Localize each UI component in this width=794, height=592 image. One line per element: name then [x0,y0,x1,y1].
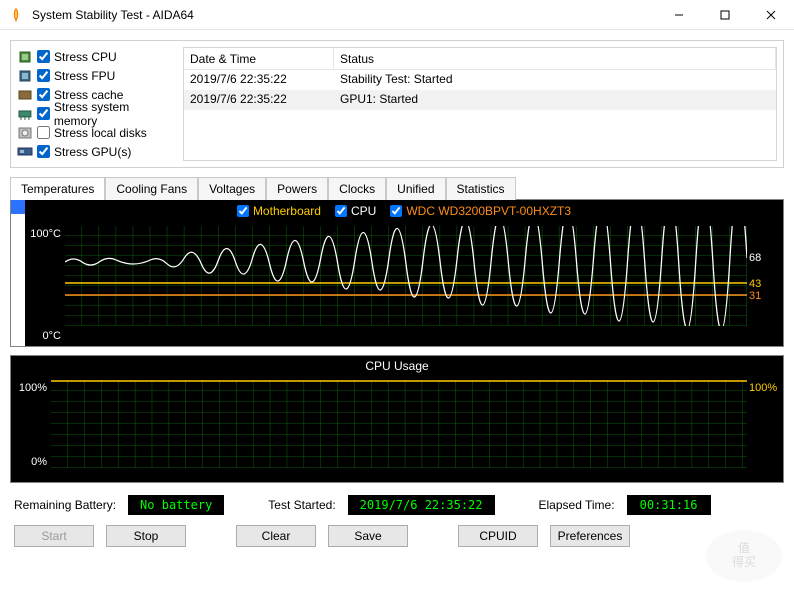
cpu-y-max: 100% [11,382,47,394]
action-buttons: Start Stop Clear Save CPUID Preferences [10,519,784,553]
stress-gpu-checkbox[interactable] [37,145,50,158]
fpu-icon [17,68,33,84]
legend-cpu-checkbox[interactable] [335,205,347,217]
app-icon [8,7,24,23]
event-log[interactable]: Date & Time Status 2019/7/6 22:35:22 Sta… [183,47,777,161]
tab-voltages[interactable]: Voltages [198,177,266,200]
clear-button[interactable]: Clear [236,525,316,547]
stress-gpu-label: Stress GPU(s) [54,145,131,159]
cpu-usage-chart: CPU Usage 100% 0% 100% [10,355,784,483]
tab-temperatures[interactable]: Temperatures [10,177,105,200]
stress-disk-checkbox[interactable] [37,126,50,139]
stress-memory-label: Stress system memory [54,100,175,128]
chart-tabs: Temperatures Cooling Fans Voltages Power… [10,176,784,199]
stress-fpu-checkbox[interactable] [37,69,50,82]
gpu-icon [17,144,33,160]
y-axis-min: 0°C [25,330,61,342]
stress-fpu-label: Stress FPU [54,69,115,83]
cpu-usage-plot-area [51,380,747,468]
hdd-current-value: 31 [749,290,783,302]
stop-button[interactable]: Stop [106,525,186,547]
memory-icon [17,106,33,122]
options-panel: Stress CPU Stress FPU Stress cache Stres… [10,40,784,168]
disk-icon [17,125,33,141]
preferences-button[interactable]: Preferences [550,525,630,547]
tab-statistics[interactable]: Statistics [446,177,516,200]
elapsed-label: Elapsed Time: [539,498,615,512]
legend-cpu-label: CPU [351,204,376,218]
elapsed-value: 00:31:16 [627,495,711,515]
legend-motherboard-checkbox[interactable] [237,205,249,217]
chart-selector-bar[interactable] [11,200,25,346]
cpuid-button[interactable]: CPUID [458,525,538,547]
tab-powers[interactable]: Powers [266,177,328,200]
tab-clocks[interactable]: Clocks [328,177,386,200]
cpu-y-min: 0% [11,456,47,468]
battery-value: No battery [128,495,224,515]
cpu-usage-title: CPU Usage [11,356,783,376]
mb-current-value: 43 [749,278,783,290]
cache-icon [17,87,33,103]
legend-motherboard-label: Motherboard [253,204,321,218]
cpu-icon [17,49,33,65]
temperature-plot-area [65,226,747,326]
save-button[interactable]: Save [328,525,408,547]
temperature-chart: Motherboard CPU WDC WD3200BPVT-00HXZT3 1… [10,199,784,347]
y-axis-max: 100°C [25,228,61,240]
start-button[interactable]: Start [14,525,94,547]
log-row[interactable]: 2019/7/6 22:35:22 Stability Test: Starte… [184,70,776,90]
battery-label: Remaining Battery: [14,498,116,512]
started-value: 2019/7/6 22:35:22 [348,495,495,515]
stress-cpu-label: Stress CPU [54,50,117,64]
status-bar: Remaining Battery: No battery Test Start… [10,483,784,519]
stress-cpu-checkbox[interactable] [37,50,50,63]
legend-hdd-checkbox[interactable] [390,205,402,217]
minimize-button[interactable] [656,0,702,29]
stress-cache-checkbox[interactable] [37,88,50,101]
stress-memory-checkbox[interactable] [37,107,50,120]
log-header-datetime[interactable]: Date & Time [184,48,334,69]
tab-unified[interactable]: Unified [386,177,445,200]
cpu-usage-current: 100% [749,382,783,394]
stress-disk-label: Stress local disks [54,126,147,140]
legend-hdd-label: WDC WD3200BPVT-00HXZT3 [406,204,571,218]
close-button[interactable] [748,0,794,29]
log-header-status[interactable]: Status [334,48,776,69]
started-label: Test Started: [268,498,335,512]
title-bar: System Stability Test - AIDA64 [0,0,794,30]
maximize-button[interactable] [702,0,748,29]
log-row[interactable]: 2019/7/6 22:35:22 GPU1: Started [184,90,776,110]
tab-cooling-fans[interactable]: Cooling Fans [105,177,198,200]
window-title: System Stability Test - AIDA64 [32,8,656,22]
cpu-current-value: 68 [749,252,783,264]
stress-options: Stress CPU Stress FPU Stress cache Stres… [17,47,175,161]
